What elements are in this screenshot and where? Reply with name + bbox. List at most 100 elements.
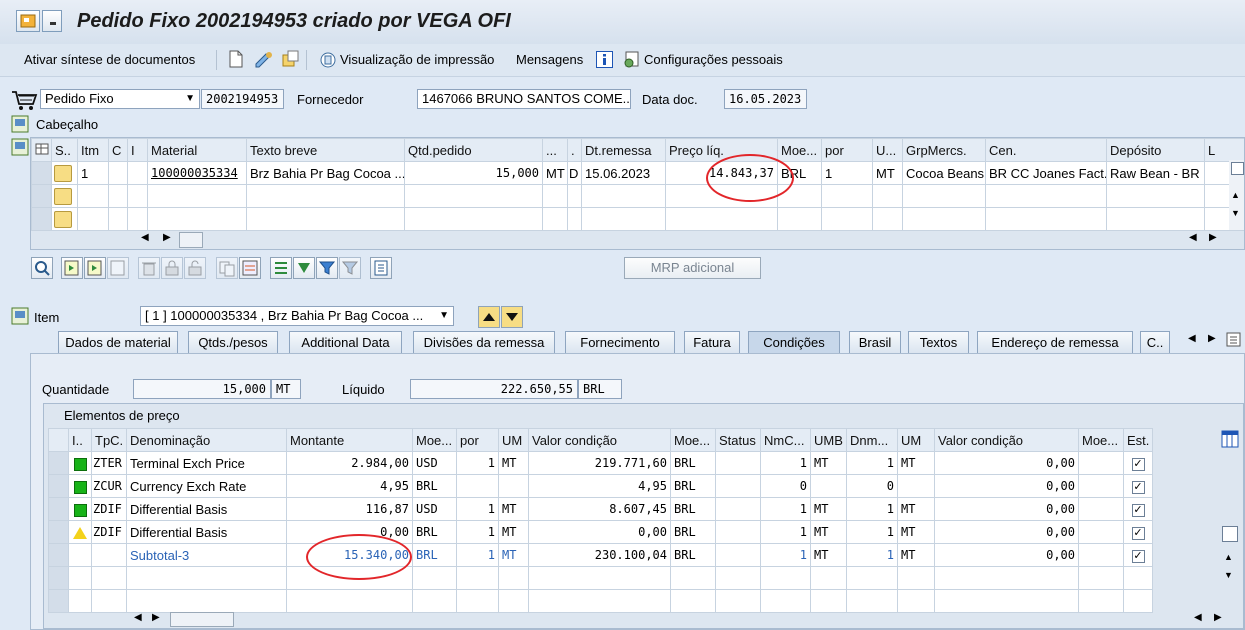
cell[interactable] [985,184,1107,208]
expand-header-icon[interactable] [11,115,29,136]
cell[interactable] [127,207,148,231]
condition-value-cell[interactable]: 0,00 [934,474,1079,498]
horizontal-scrollbar[interactable]: ◀ ▶ [141,232,241,248]
description-cell[interactable]: Differential Basis [126,520,287,544]
price-unit-cell[interactable] [456,474,499,498]
order-quantity-cell[interactable]: 15,000 [404,161,543,185]
statistical-cell[interactable]: ✓ [1123,497,1153,521]
cell[interactable] [456,566,499,590]
condition-value-cell[interactable]: 0,00 [934,520,1079,544]
denominator-cell[interactable]: 0 [846,474,898,498]
scroll-right-icon[interactable]: ▶ [1209,232,1217,243]
column-header[interactable]: I [127,138,148,162]
column-header[interactable]: C [108,138,128,162]
price-unit-cell[interactable]: 1 [456,543,499,567]
scroll-down-icon[interactable]: ▼ [1231,208,1240,218]
currency-cell[interactable]: USD [412,497,457,521]
cell[interactable] [760,566,811,590]
condition-value-cell[interactable]: 219.771,60 [528,451,671,475]
price-unit-cell[interactable]: 1 [456,497,499,521]
status-text-cell[interactable] [715,520,761,544]
condition-type-cell[interactable]: ZCUR [91,474,127,498]
row-selector[interactable] [48,497,69,521]
tab-brasil[interactable]: Brasil [849,331,901,353]
column-header[interactable]: Moe... [777,138,822,162]
cell[interactable] [412,589,457,613]
condition-value-cell[interactable]: 0,00 [528,520,671,544]
cell[interactable] [412,566,457,590]
condition-type-cell[interactable]: ZDIF [91,497,127,521]
column-header[interactable]: UM [897,428,935,452]
unit-cell[interactable]: MT [872,161,903,185]
tab-additional-data[interactable]: Additional Data [289,331,402,353]
statistical-cell[interactable]: ✓ [1123,451,1153,475]
cell[interactable] [1123,566,1153,590]
item-text-icon[interactable] [107,257,129,279]
net-value-field[interactable]: 222.650,55 [410,379,578,399]
cell[interactable] [665,207,778,231]
messages-button[interactable]: Mensagens [516,52,583,67]
status-cell[interactable] [51,207,78,231]
scroll-left-icon[interactable]: ◀ [1194,612,1202,623]
row-selector[interactable] [48,566,69,590]
mrp-additional-button[interactable]: MRP adicional [624,257,761,279]
row-selector[interactable] [48,474,69,498]
cell[interactable] [670,566,716,590]
document-type-select[interactable]: Pedido Fixo ▼ [40,89,200,109]
cell[interactable] [246,184,405,208]
document-number-field[interactable]: 2002194953 [201,89,284,109]
collapse-items-icon[interactable] [11,138,29,159]
cell[interactable] [902,207,986,231]
currency-cell[interactable]: BRL [670,520,716,544]
tab-fornecimento[interactable]: Fornecimento [565,331,675,353]
column-header[interactable]: Dt.remessa [581,138,666,162]
denominator-cell[interactable]: 1 [846,497,898,521]
column-header[interactable]: Moe... [412,428,457,452]
table-row[interactable] [48,566,1197,590]
currency-cell[interactable] [1078,451,1124,475]
toggle-document-overview-button[interactable]: Ativar síntese de documentos [24,52,195,67]
unlock-icon[interactable] [184,257,206,279]
print-preview-button[interactable]: Visualização de impressão [340,52,494,67]
numerator-cell[interactable]: 0 [760,474,811,498]
vertical-scrollbar[interactable]: ▲ ▼ [1229,160,1244,230]
cell[interactable] [897,566,935,590]
currency-cell[interactable]: BRL [412,543,457,567]
cell[interactable] [108,207,128,231]
cell[interactable] [810,589,847,613]
scroll-left-icon[interactable]: ◀ [141,232,149,243]
cell[interactable] [286,589,413,613]
currency-cell[interactable] [1078,520,1124,544]
tab-textos[interactable]: Textos [908,331,969,353]
row-selector-header[interactable] [48,428,69,452]
condition-value-cell[interactable]: 0,00 [934,451,1079,475]
column-header[interactable]: GrpMercs. [902,138,986,162]
statistical-cell[interactable]: ✓ [1123,474,1153,498]
scroll-right-icon[interactable]: ▶ [152,612,160,623]
cell[interactable] [1106,184,1205,208]
cell[interactable] [872,184,903,208]
currency-cell[interactable] [1078,543,1124,567]
scroll-left-icon[interactable]: ◀ [1189,232,1197,243]
cell[interactable] [846,566,898,590]
status-text-cell[interactable] [715,451,761,475]
previous-item-button[interactable] [478,306,500,328]
cell[interactable] [542,184,568,208]
cell[interactable] [126,566,287,590]
cell[interactable] [821,184,873,208]
cell[interactable] [985,207,1107,231]
condition-value-cell[interactable]: 4,95 [528,474,671,498]
column-header[interactable]: NmC... [760,428,811,452]
column-header[interactable]: UM [498,428,529,452]
cell[interactable] [126,589,287,613]
cell[interactable] [498,566,529,590]
currency-cell[interactable]: BRL [670,451,716,475]
storage-location-cell[interactable]: Raw Bean - BR [1106,161,1205,185]
cell[interactable] [846,589,898,613]
column-header[interactable]: Valor condição [528,428,671,452]
cell[interactable] [404,184,543,208]
cell[interactable] [897,589,935,613]
tab-more[interactable]: C.. [1140,331,1170,353]
statistical-checkbox[interactable]: ✓ [1131,480,1145,494]
base-uom-cell[interactable]: MT [810,520,847,544]
